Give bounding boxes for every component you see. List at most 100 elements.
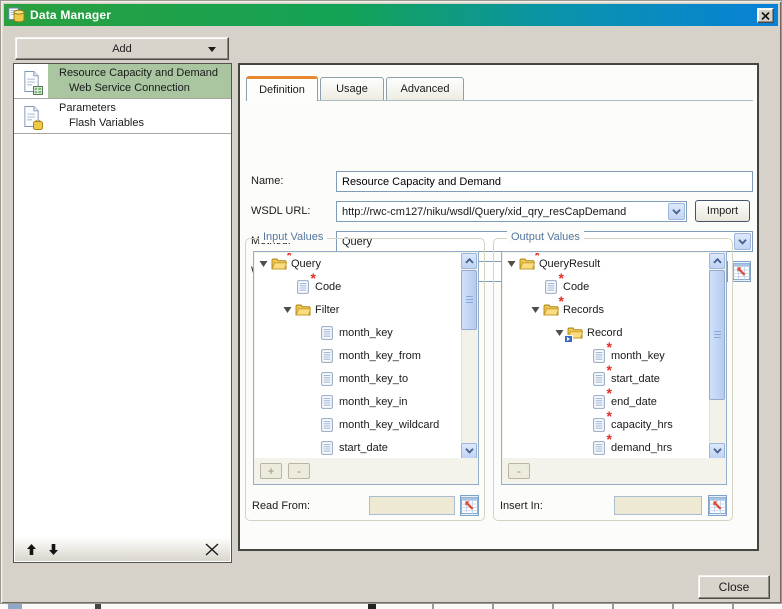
list-item-title: Resource Capacity and Demand xyxy=(48,66,231,81)
close-button[interactable]: Close xyxy=(698,575,770,599)
close-button-label: Close xyxy=(719,580,750,594)
name-input-field[interactable] xyxy=(337,172,752,191)
expand-triangle-icon[interactable] xyxy=(282,306,293,314)
list-item[interactable]: Resource Capacity and DemandWeb Service … xyxy=(14,64,231,99)
tree-item-label: month_key_from xyxy=(339,350,421,362)
expand-triangle-icon[interactable] xyxy=(506,260,517,268)
add-input-button[interactable]: + xyxy=(260,463,282,479)
tab-advanced[interactable]: Advanced xyxy=(386,77,464,100)
move-up-button[interactable] xyxy=(23,541,39,557)
document-icon xyxy=(319,417,335,433)
vertical-scrollbar[interactable] xyxy=(709,253,725,459)
web-service-document-icon xyxy=(14,64,48,98)
folder-icon: * xyxy=(519,256,535,272)
import-button[interactable]: Import xyxy=(695,200,750,222)
tree-item-start_date[interactable]: start_date xyxy=(255,436,461,458)
remove-output-button[interactable]: - xyxy=(508,463,530,479)
read-from-field[interactable] xyxy=(369,496,455,515)
scroll-down-button[interactable] xyxy=(709,443,725,459)
tree-item-Query[interactable]: *Query xyxy=(255,253,461,276)
database-icon xyxy=(8,7,25,23)
output-values-groupbox: Output Values *QueryResult*Code*RecordsR… xyxy=(493,238,733,521)
tab-usage[interactable]: Usage xyxy=(320,77,384,100)
folder-icon xyxy=(295,302,311,318)
tree-item-label: start_date xyxy=(611,373,660,385)
required-asterisk-icon: * xyxy=(607,365,612,375)
output-values-title: Output Values xyxy=(507,231,584,243)
list-item-subtitle: Web Service Connection xyxy=(48,81,231,95)
scrollbar-thumb[interactable] xyxy=(709,270,725,400)
tab-definition[interactable]: Definition xyxy=(246,76,318,101)
tree-item-label: month_key_wildcard xyxy=(339,419,439,431)
tree-item-label: demand_hrs xyxy=(611,442,672,454)
required-asterisk-icon: * xyxy=(607,434,612,444)
add-dropdown-button[interactable]: Add xyxy=(15,37,229,60)
move-down-button[interactable] xyxy=(45,541,61,557)
chevron-down-icon[interactable] xyxy=(734,233,751,250)
tree-item-Records[interactable]: *Records xyxy=(503,299,709,322)
document-icon: * xyxy=(591,348,607,364)
document-icon: * xyxy=(591,371,607,387)
output-values-tree-panel: *QueryResult*Code*RecordsRecord*month_ke… xyxy=(501,251,727,485)
cell-range-picker-icon[interactable] xyxy=(708,495,727,516)
list-toolbar xyxy=(15,537,230,561)
document-icon: * xyxy=(591,417,607,433)
tree-item-QueryResult[interactable]: *QueryResult xyxy=(503,253,709,276)
remove-input-button[interactable]: - xyxy=(288,463,310,479)
scroll-up-button[interactable] xyxy=(461,253,477,269)
tree-item-month_key_wildcard[interactable]: month_key_wildcard xyxy=(255,413,461,436)
tree-item-label: Records xyxy=(563,304,604,316)
delete-x-icon[interactable] xyxy=(204,541,220,557)
tree-item-label: month_key_to xyxy=(339,373,408,385)
scroll-down-button[interactable] xyxy=(461,443,477,459)
folder-icon xyxy=(567,325,583,341)
cell-range-picker-icon[interactable] xyxy=(732,261,751,282)
tree-item-label: Filter xyxy=(315,304,339,316)
insert-in-field[interactable] xyxy=(614,496,702,515)
expand-triangle-icon[interactable] xyxy=(530,306,541,314)
tree-item-Code[interactable]: *Code xyxy=(255,276,461,299)
document-icon: * xyxy=(295,279,311,295)
scrollbar-thumb[interactable] xyxy=(461,270,477,330)
tree-item-month_key_in[interactable]: month_key_in xyxy=(255,390,461,413)
tree-item-label: start_date xyxy=(339,442,388,454)
required-asterisk-icon: * xyxy=(559,273,564,283)
list-item[interactable]: ParametersFlash Variables xyxy=(14,99,231,134)
required-asterisk-icon: * xyxy=(535,253,540,260)
titlebar[interactable]: Data Manager xyxy=(4,4,778,26)
flash-variables-document-icon xyxy=(14,99,48,133)
name-input[interactable] xyxy=(336,171,753,192)
input-values-title: Input Values xyxy=(259,231,327,243)
document-icon xyxy=(319,348,335,364)
expand-triangle-icon[interactable] xyxy=(258,260,269,268)
tree-item-label: QueryResult xyxy=(539,258,600,270)
close-icon[interactable] xyxy=(757,8,774,23)
wsdl-url-combobox[interactable]: http://rwc-cm127/niku/wsdl/Query/xid_qry… xyxy=(336,201,687,222)
vertical-scrollbar[interactable] xyxy=(461,253,477,459)
read-from-label: Read From: xyxy=(252,500,310,512)
repeating-record-badge-icon xyxy=(564,335,573,343)
desktop-sliver xyxy=(0,604,782,609)
list-item-subtitle: Flash Variables xyxy=(48,116,231,130)
tree-item-month_key[interactable]: month_key xyxy=(255,322,461,345)
required-asterisk-icon: * xyxy=(311,273,316,283)
cell-range-picker-icon[interactable] xyxy=(460,495,479,516)
import-button-label: Import xyxy=(707,205,738,217)
chevron-down-icon[interactable] xyxy=(668,203,685,220)
add-button-label: Add xyxy=(112,43,132,55)
tab-label: Usage xyxy=(336,83,368,95)
tree-item-demand_hrs[interactable]: *demand_hrs xyxy=(503,436,709,458)
tree-item-Code[interactable]: *Code xyxy=(503,276,709,299)
wsdl-url-value: http://rwc-cm127/niku/wsdl/Query/xid_qry… xyxy=(337,206,667,218)
insert-in-label: Insert In: xyxy=(500,500,543,512)
scroll-up-button[interactable] xyxy=(709,253,725,269)
tree-item-Filter[interactable]: Filter xyxy=(255,299,461,322)
tree-item-month_key_from[interactable]: month_key_from xyxy=(255,345,461,368)
tree-item-month_key_to[interactable]: month_key_to xyxy=(255,367,461,390)
input-values-tree-panel: *Query*Code Filter month_key month_key_from… xyxy=(253,251,479,485)
required-asterisk-icon: * xyxy=(559,296,564,306)
folder-icon: * xyxy=(271,256,287,272)
chevron-down-icon xyxy=(208,47,216,52)
name-label: Name: xyxy=(251,175,283,187)
input-values-tree: *Query*Code Filter month_key month_key_from… xyxy=(255,253,461,458)
